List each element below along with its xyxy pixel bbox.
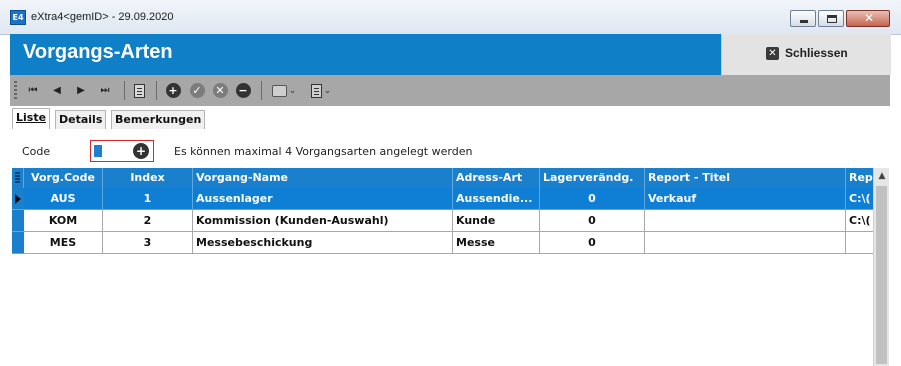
cell-index[interactable]: 2 xyxy=(103,210,193,232)
cell-rep[interactable]: C:\( xyxy=(846,188,873,210)
minimize-icon xyxy=(800,20,808,23)
cell-vorgang-name[interactable]: Kommission (Kunden-Auswahl) xyxy=(193,210,453,232)
cell-rep[interactable] xyxy=(846,232,873,254)
tab-liste-label: Liste xyxy=(16,111,47,124)
prev-record-button[interactable]: ◀ xyxy=(50,82,64,99)
list-view-button[interactable] xyxy=(132,82,146,99)
window-close-button[interactable]: ✕ xyxy=(846,10,890,27)
last-record-icon: ⏭ xyxy=(100,85,110,96)
tab-details-label: Details xyxy=(59,113,103,126)
grip-icon xyxy=(15,172,20,183)
toolbar-separator xyxy=(261,81,262,100)
info-text: Es können maximal 4 Vorgangsarten angele… xyxy=(174,145,473,158)
table-header: Vorg.Code Index Vorgang-Name Adress-Art … xyxy=(12,168,873,188)
table-row[interactable]: KOM 2 Kommission (Kunden-Auswahl) Kunde … xyxy=(12,210,873,232)
toolbar-grip-icon xyxy=(14,81,17,100)
tab-strip: Liste Details Bemerkungen xyxy=(10,106,890,130)
col-header-rep[interactable]: Rep xyxy=(846,168,873,188)
code-label: Code xyxy=(22,145,51,158)
chevron-down-icon: ⌄ xyxy=(323,85,332,96)
maximize-button[interactable] xyxy=(818,10,844,27)
col-header-index[interactable]: Index xyxy=(103,168,193,188)
row-selector-header[interactable] xyxy=(12,168,24,188)
cell-index[interactable]: 3 xyxy=(103,232,193,254)
list-icon xyxy=(133,83,145,98)
cell-lager[interactable]: 0 xyxy=(540,210,645,232)
confirm-button[interactable]: ✓ xyxy=(189,82,205,99)
row-indicator[interactable] xyxy=(12,188,24,210)
cell-vorg-code[interactable]: AUS xyxy=(24,188,103,210)
maximize-icon xyxy=(827,15,837,23)
cell-vorgang-name[interactable]: Aussenlager xyxy=(193,188,453,210)
tab-liste[interactable]: Liste xyxy=(12,108,51,130)
cell-rep[interactable]: C:\( xyxy=(846,210,873,232)
add-button[interactable]: + xyxy=(165,82,181,99)
code-input[interactable]: + xyxy=(90,140,154,162)
print-icon xyxy=(271,84,287,97)
liste-panel: Code + Es können maximal 4 Vorgangsarten… xyxy=(10,129,890,366)
first-record-icon: ⏮ xyxy=(28,85,38,96)
row-indicator[interactable] xyxy=(12,232,24,254)
cell-vorgang-name[interactable]: Messebeschickung xyxy=(193,232,453,254)
schliessen-label: Schliessen xyxy=(785,46,848,60)
prev-record-icon: ◀ xyxy=(53,85,61,96)
close-icon: ✕ xyxy=(766,47,779,60)
delete-button[interactable]: − xyxy=(235,82,251,99)
cell-report-titel[interactable] xyxy=(645,232,846,254)
cell-lager[interactable]: 0 xyxy=(540,232,645,254)
col-header-adress-art[interactable]: Adress-Art xyxy=(453,168,540,188)
col-header-report-titel[interactable]: Report - Titel xyxy=(645,168,846,188)
app-logo-icon: E4 xyxy=(10,10,26,25)
toolbar: ⏮ ◀ ▶ ⏭ + ✓ ✕ − ⌄ ⌄ xyxy=(10,75,890,106)
cell-report-titel[interactable] xyxy=(645,210,846,232)
first-record-button[interactable]: ⏮ xyxy=(26,82,40,99)
form-dropdown-button[interactable]: ⌄ xyxy=(306,82,336,99)
col-header-vorgang-name[interactable]: Vorgang-Name xyxy=(193,168,453,188)
tab-bemerkungen-label: Bemerkungen xyxy=(115,113,202,126)
cancel-icon: ✕ xyxy=(212,83,228,98)
toolbar-separator xyxy=(156,81,157,100)
scrollbar-thumb[interactable] xyxy=(876,186,887,364)
tab-details[interactable]: Details xyxy=(55,110,107,129)
window-title: eXtra4<gemID> - 29.09.2020 xyxy=(31,11,174,23)
text-cursor xyxy=(94,145,102,157)
form-icon xyxy=(310,83,322,98)
cell-lager[interactable]: 0 xyxy=(540,188,645,210)
vorgangsarten-table: Vorg.Code Index Vorgang-Name Adress-Art … xyxy=(12,168,873,366)
cell-adress-art[interactable]: Aussendie... xyxy=(453,188,540,210)
cell-vorg-code[interactable]: KOM xyxy=(24,210,103,232)
page-header: Vorgangs-Arten ✕ Schliessen xyxy=(10,34,891,75)
cell-report-titel[interactable]: Verkauf xyxy=(645,188,846,210)
cell-index[interactable]: 1 xyxy=(103,188,193,210)
table-row[interactable]: AUS 1 Aussenlager Aussendie... 0 Verkauf… xyxy=(12,188,873,210)
add-code-button[interactable]: + xyxy=(133,143,149,159)
toolbar-separator xyxy=(124,81,125,100)
vertical-scrollbar[interactable]: ▲ xyxy=(873,168,889,366)
confirm-icon: ✓ xyxy=(189,83,205,98)
schliessen-button[interactable]: ✕ Schliessen xyxy=(721,34,891,75)
row-indicator[interactable] xyxy=(12,210,24,232)
col-header-vorg-code[interactable]: Vorg.Code xyxy=(24,168,103,188)
tab-bemerkungen[interactable]: Bemerkungen xyxy=(111,110,206,129)
print-dropdown-button[interactable]: ⌄ xyxy=(269,82,299,99)
next-record-button[interactable]: ▶ xyxy=(74,82,88,99)
close-icon: ✕ xyxy=(864,11,875,25)
next-record-icon: ▶ xyxy=(77,85,85,96)
cancel-button[interactable]: ✕ xyxy=(212,82,228,99)
window-title-bar: E4 eXtra4<gemID> - 29.09.2020 ✕ xyxy=(0,0,901,35)
cell-adress-art[interactable]: Kunde xyxy=(453,210,540,232)
scroll-up-icon[interactable]: ▲ xyxy=(874,168,890,185)
last-record-button[interactable]: ⏭ xyxy=(98,82,112,99)
page-title: Vorgangs-Arten xyxy=(23,41,173,63)
table-row[interactable]: MES 3 Messebeschickung Messe 0 xyxy=(12,232,873,254)
minimize-button[interactable] xyxy=(790,10,816,27)
cell-adress-art[interactable]: Messe xyxy=(453,232,540,254)
chevron-down-icon: ⌄ xyxy=(288,85,297,96)
add-icon: + xyxy=(165,83,181,98)
current-row-arrow-icon xyxy=(15,194,21,204)
cell-vorg-code[interactable]: MES xyxy=(24,232,103,254)
delete-icon: − xyxy=(235,83,251,98)
col-header-lagerveraendg[interactable]: Lagerverändg. xyxy=(540,168,645,188)
